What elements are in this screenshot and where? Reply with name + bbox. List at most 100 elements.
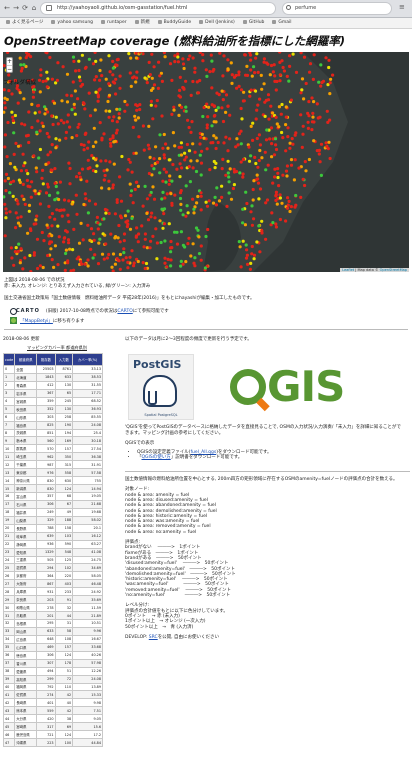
station-marker[interactable] bbox=[4, 189, 8, 193]
station-marker[interactable] bbox=[171, 131, 175, 135]
station-marker[interactable] bbox=[169, 246, 173, 250]
station-marker[interactable] bbox=[126, 260, 130, 264]
station-marker[interactable] bbox=[30, 125, 34, 130]
station-marker[interactable] bbox=[235, 137, 239, 141]
station-marker[interactable] bbox=[118, 74, 122, 78]
station-marker[interactable] bbox=[148, 193, 152, 197]
station-marker[interactable] bbox=[111, 252, 116, 256]
station-marker[interactable] bbox=[128, 160, 132, 164]
station-marker[interactable] bbox=[187, 125, 191, 130]
station-marker[interactable] bbox=[317, 80, 321, 84]
station-marker[interactable] bbox=[131, 201, 135, 205]
station-marker[interactable] bbox=[20, 194, 24, 198]
station-marker[interactable] bbox=[29, 195, 33, 199]
station-marker[interactable] bbox=[96, 262, 101, 266]
station-marker[interactable] bbox=[94, 158, 98, 162]
station-marker[interactable] bbox=[98, 237, 102, 241]
station-marker[interactable] bbox=[111, 59, 115, 63]
station-marker[interactable] bbox=[158, 219, 162, 223]
station-marker[interactable] bbox=[81, 238, 85, 242]
station-marker[interactable] bbox=[107, 187, 111, 191]
station-marker[interactable] bbox=[221, 74, 225, 78]
station-marker[interactable] bbox=[241, 157, 246, 162]
station-marker[interactable] bbox=[331, 73, 335, 77]
station-marker[interactable] bbox=[304, 81, 308, 86]
station-marker[interactable] bbox=[302, 97, 306, 101]
station-marker[interactable] bbox=[130, 216, 134, 220]
station-marker[interactable] bbox=[260, 219, 264, 223]
station-marker[interactable] bbox=[324, 56, 328, 60]
column-header[interactable]: 都道府県 bbox=[14, 353, 38, 366]
station-marker[interactable] bbox=[115, 200, 119, 204]
station-marker[interactable] bbox=[123, 99, 127, 104]
station-marker[interactable] bbox=[178, 175, 182, 179]
station-marker[interactable] bbox=[271, 70, 275, 74]
station-marker[interactable] bbox=[173, 54, 177, 58]
station-marker[interactable] bbox=[110, 265, 114, 269]
station-marker[interactable] bbox=[122, 251, 126, 255]
station-marker[interactable] bbox=[253, 89, 258, 93]
station-marker[interactable] bbox=[245, 248, 249, 252]
station-marker[interactable] bbox=[55, 208, 59, 212]
station-marker[interactable] bbox=[63, 268, 67, 272]
station-marker[interactable] bbox=[242, 90, 246, 94]
station-marker[interactable] bbox=[246, 262, 250, 266]
station-marker[interactable] bbox=[152, 157, 156, 161]
station-marker[interactable] bbox=[197, 235, 201, 239]
station-marker[interactable] bbox=[160, 207, 164, 211]
station-marker[interactable] bbox=[303, 183, 307, 188]
station-marker[interactable] bbox=[14, 141, 18, 145]
station-marker[interactable] bbox=[130, 249, 134, 253]
station-marker[interactable] bbox=[20, 66, 24, 70]
station-marker[interactable] bbox=[136, 259, 140, 264]
station-marker[interactable] bbox=[46, 153, 50, 157]
station-marker[interactable] bbox=[214, 108, 218, 112]
station-marker[interactable] bbox=[32, 251, 36, 255]
station-marker[interactable] bbox=[220, 89, 224, 93]
station-marker[interactable] bbox=[107, 115, 111, 119]
station-marker[interactable] bbox=[171, 162, 175, 167]
station-marker[interactable] bbox=[237, 84, 241, 88]
station-marker[interactable] bbox=[312, 139, 316, 143]
station-marker[interactable] bbox=[196, 91, 200, 95]
station-marker[interactable] bbox=[230, 81, 234, 85]
station-marker[interactable] bbox=[156, 160, 160, 164]
station-marker[interactable] bbox=[35, 214, 39, 218]
station-marker[interactable] bbox=[201, 53, 205, 57]
station-marker[interactable] bbox=[50, 114, 54, 118]
station-marker[interactable] bbox=[281, 65, 285, 70]
station-marker[interactable] bbox=[181, 57, 185, 61]
station-marker[interactable] bbox=[179, 189, 183, 193]
station-marker[interactable] bbox=[150, 211, 154, 215]
station-marker[interactable] bbox=[249, 58, 253, 62]
station-marker[interactable] bbox=[287, 79, 291, 83]
station-marker[interactable] bbox=[125, 103, 129, 107]
station-marker[interactable] bbox=[187, 165, 191, 169]
station-marker[interactable] bbox=[46, 185, 50, 189]
station-marker[interactable] bbox=[193, 150, 197, 154]
station-marker[interactable] bbox=[102, 217, 106, 221]
station-marker[interactable] bbox=[7, 73, 11, 77]
station-marker[interactable] bbox=[87, 140, 91, 144]
station-marker[interactable] bbox=[249, 88, 253, 92]
station-marker[interactable] bbox=[115, 107, 119, 111]
station-marker[interactable] bbox=[276, 171, 280, 175]
station-marker[interactable] bbox=[252, 253, 257, 257]
station-marker[interactable] bbox=[70, 202, 74, 206]
station-marker[interactable] bbox=[26, 184, 30, 188]
station-marker[interactable] bbox=[268, 137, 272, 141]
station-marker[interactable] bbox=[327, 58, 331, 62]
station-marker[interactable] bbox=[226, 159, 230, 163]
station-marker[interactable] bbox=[100, 74, 104, 78]
station-marker[interactable] bbox=[148, 155, 152, 159]
station-marker[interactable] bbox=[13, 165, 17, 169]
station-marker[interactable] bbox=[127, 52, 131, 56]
bookmark-item[interactable]: GitHub bbox=[242, 18, 264, 28]
station-marker[interactable] bbox=[53, 167, 57, 171]
station-marker[interactable] bbox=[239, 265, 243, 269]
station-marker[interactable] bbox=[108, 160, 112, 164]
station-marker[interactable] bbox=[107, 179, 111, 183]
station-marker[interactable] bbox=[248, 94, 252, 98]
station-marker[interactable] bbox=[112, 140, 116, 144]
station-marker[interactable] bbox=[210, 124, 214, 128]
